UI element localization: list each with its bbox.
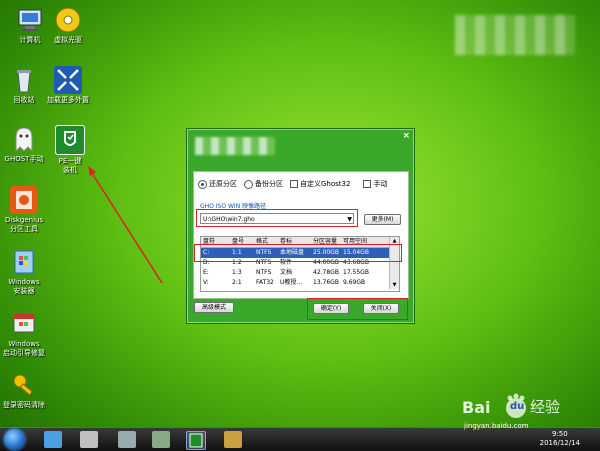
more-button[interactable]: 更多(M) [364,214,401,225]
dialog-close-icon[interactable]: × [402,131,410,141]
table-row[interactable]: V: 2:1 FAT32 U教授... 13.76GB 9.69GB [201,278,399,288]
highlight-box-path [196,209,358,227]
backup-option[interactable]: 备份分区 [244,179,283,189]
taskbar-monitor-icon[interactable] [44,431,62,448]
taskbar-tools-icon[interactable] [224,431,242,448]
highlight-box-partition [194,244,402,262]
start-button[interactable] [4,429,25,450]
taskbar-drive-icon[interactable] [118,431,136,448]
radio-restore-icon [198,179,207,189]
baidu-watermark: Bai du 经验 jingyan.baidu.com [460,392,600,442]
restore-option[interactable]: 还原分区 [198,179,237,189]
table-row[interactable]: E: 1:3 NTFS 文档 42.78GB 17.55GB [201,268,399,278]
operation-options: 还原分区 备份分区 自定义Ghost32 手动 [198,178,403,190]
dialog-title-blurred [195,137,275,155]
radio-backup-icon [244,179,253,189]
highlight-box-buttons [307,298,408,320]
scroll-down-icon[interactable]: ▼ [390,281,399,289]
taskbar-network-icon[interactable] [152,431,170,448]
advanced-mode-button[interactable]: 高级模式 [194,302,234,313]
checkbox-custom-icon [290,180,298,188]
taskbar-printer-icon[interactable] [80,431,98,448]
taskbar-pe-install-icon[interactable] [186,431,206,450]
manual-option[interactable]: 手动 [363,179,387,189]
custom-ghost-option[interactable]: 自定义Ghost32 [290,179,350,189]
checkbox-manual-icon [363,180,372,188]
